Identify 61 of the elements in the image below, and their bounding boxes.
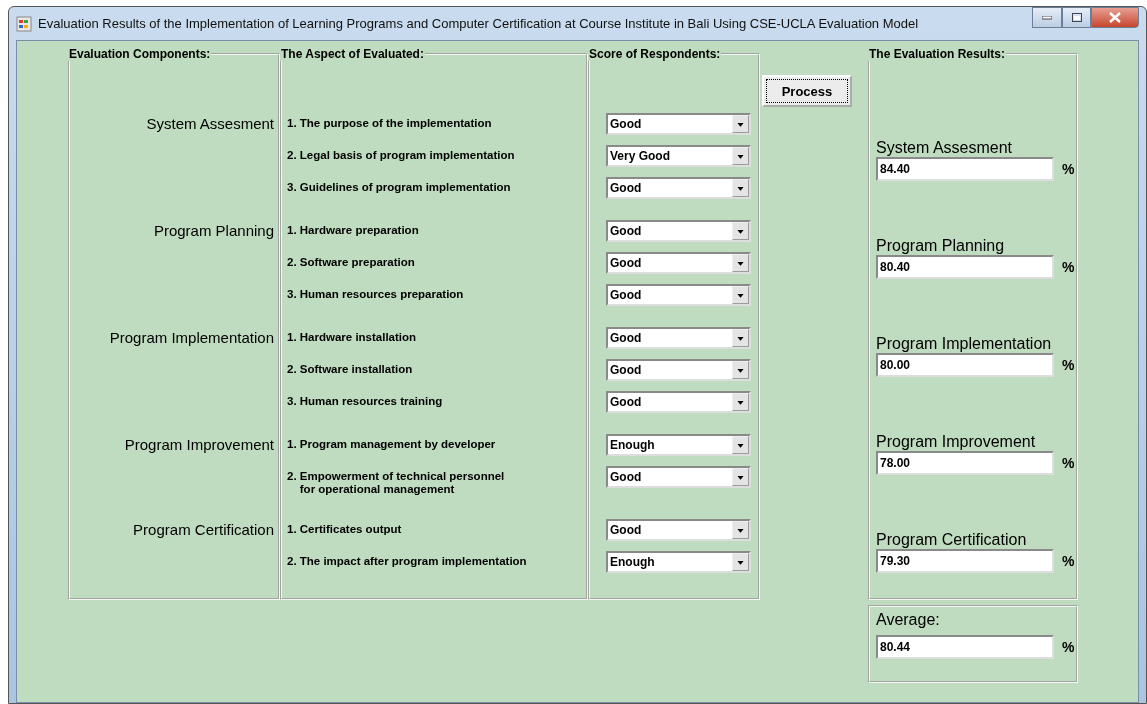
component-label: System Assesment [146,114,275,132]
aspect-label: 3. Human resources preparation [286,287,464,301]
average-label: Average: [876,611,941,629]
close-button[interactable] [1091,7,1139,28]
group-title: Score of Respondents: [588,47,722,61]
maximize-icon [1071,13,1082,22]
result-label: Program Planning [876,237,1006,255]
score-dropdown[interactable]: Good [606,519,751,541]
aspect-label: 2. Empowerment of technical personnel for operational management [286,469,505,496]
app-icon [16,15,32,32]
result-field[interactable]: 80.40 [876,255,1054,279]
score-dropdown[interactable]: Good [606,220,751,242]
aspect-label: 2. Software preparation [286,255,415,269]
score-dropdown[interactable]: Good [606,466,751,488]
aspect-label: 1. Program management by developer [286,437,496,451]
score-dropdown[interactable]: Good [606,177,751,199]
score-dropdown[interactable]: Good [606,113,751,135]
aspect-label: 2. Software installation [286,362,413,376]
result-field[interactable]: 84.40 [876,157,1054,181]
percent-sign: % [1062,455,1075,471]
group-title: The Evaluation Results: [868,47,1007,61]
aspect-label: 3. Human resources training [286,394,443,408]
score-dropdown[interactable]: Good [606,284,751,306]
result-field[interactable]: 79.30 [876,549,1054,573]
aspect-label: 1. The purpose of the implementation [286,116,492,130]
score-dropdown[interactable]: Enough [606,551,751,573]
result-label: Program Certification [876,531,1028,549]
aspect-label: 3. Guidelines of program implementation [286,180,511,194]
aspect-label: 1. Certificates output [286,522,402,536]
percent-sign: % [1062,553,1075,569]
percent-sign: % [1062,357,1075,373]
minimize-icon [1042,15,1052,20]
window-title: Evaluation Results of the Implementation of Learning Programs and Computer Certification at Course Institute in Bali Using CSE-UCLA Evaluation Model [38,16,920,31]
score-dropdown[interactable]: Good [606,391,751,413]
score-dropdown[interactable]: Very Good [606,145,751,167]
aspect-label: 2. Legal basis of program implementation [286,148,515,162]
result-field[interactable]: 78.00 [876,451,1054,475]
component-label: Program Implementation [109,328,275,346]
process-button[interactable]: Process [762,75,852,107]
score-dropdown[interactable]: Good [606,252,751,274]
average-field[interactable]: 80.44 [876,635,1054,659]
close-icon [1109,12,1121,23]
aspect-label: 2. The impact after program implementation [286,554,527,568]
component-label: Program Improvement [124,435,275,453]
component-label: Program Planning [153,221,275,239]
result-label: Program Implementation [876,335,1053,353]
percent-sign: % [1062,161,1075,177]
score-dropdown[interactable]: Enough [606,434,751,456]
group-title: The Aspect of Evaluated: [280,47,425,61]
aspect-label: 1. Hardware installation [286,330,417,344]
result-field[interactable]: 80.00 [876,353,1054,377]
score-dropdown[interactable]: Good [606,359,751,381]
maximize-button[interactable] [1062,7,1091,28]
component-label: Program Certification [133,520,275,538]
group-title: Evaluation Components: [68,47,212,61]
result-label: System Assesment [876,139,1014,157]
score-dropdown[interactable]: Good [606,327,751,349]
result-label: Program Improvement [876,433,1037,451]
percent-sign: % [1062,639,1075,655]
percent-sign: % [1062,259,1075,275]
aspect-label: 1. Hardware preparation [286,223,419,237]
